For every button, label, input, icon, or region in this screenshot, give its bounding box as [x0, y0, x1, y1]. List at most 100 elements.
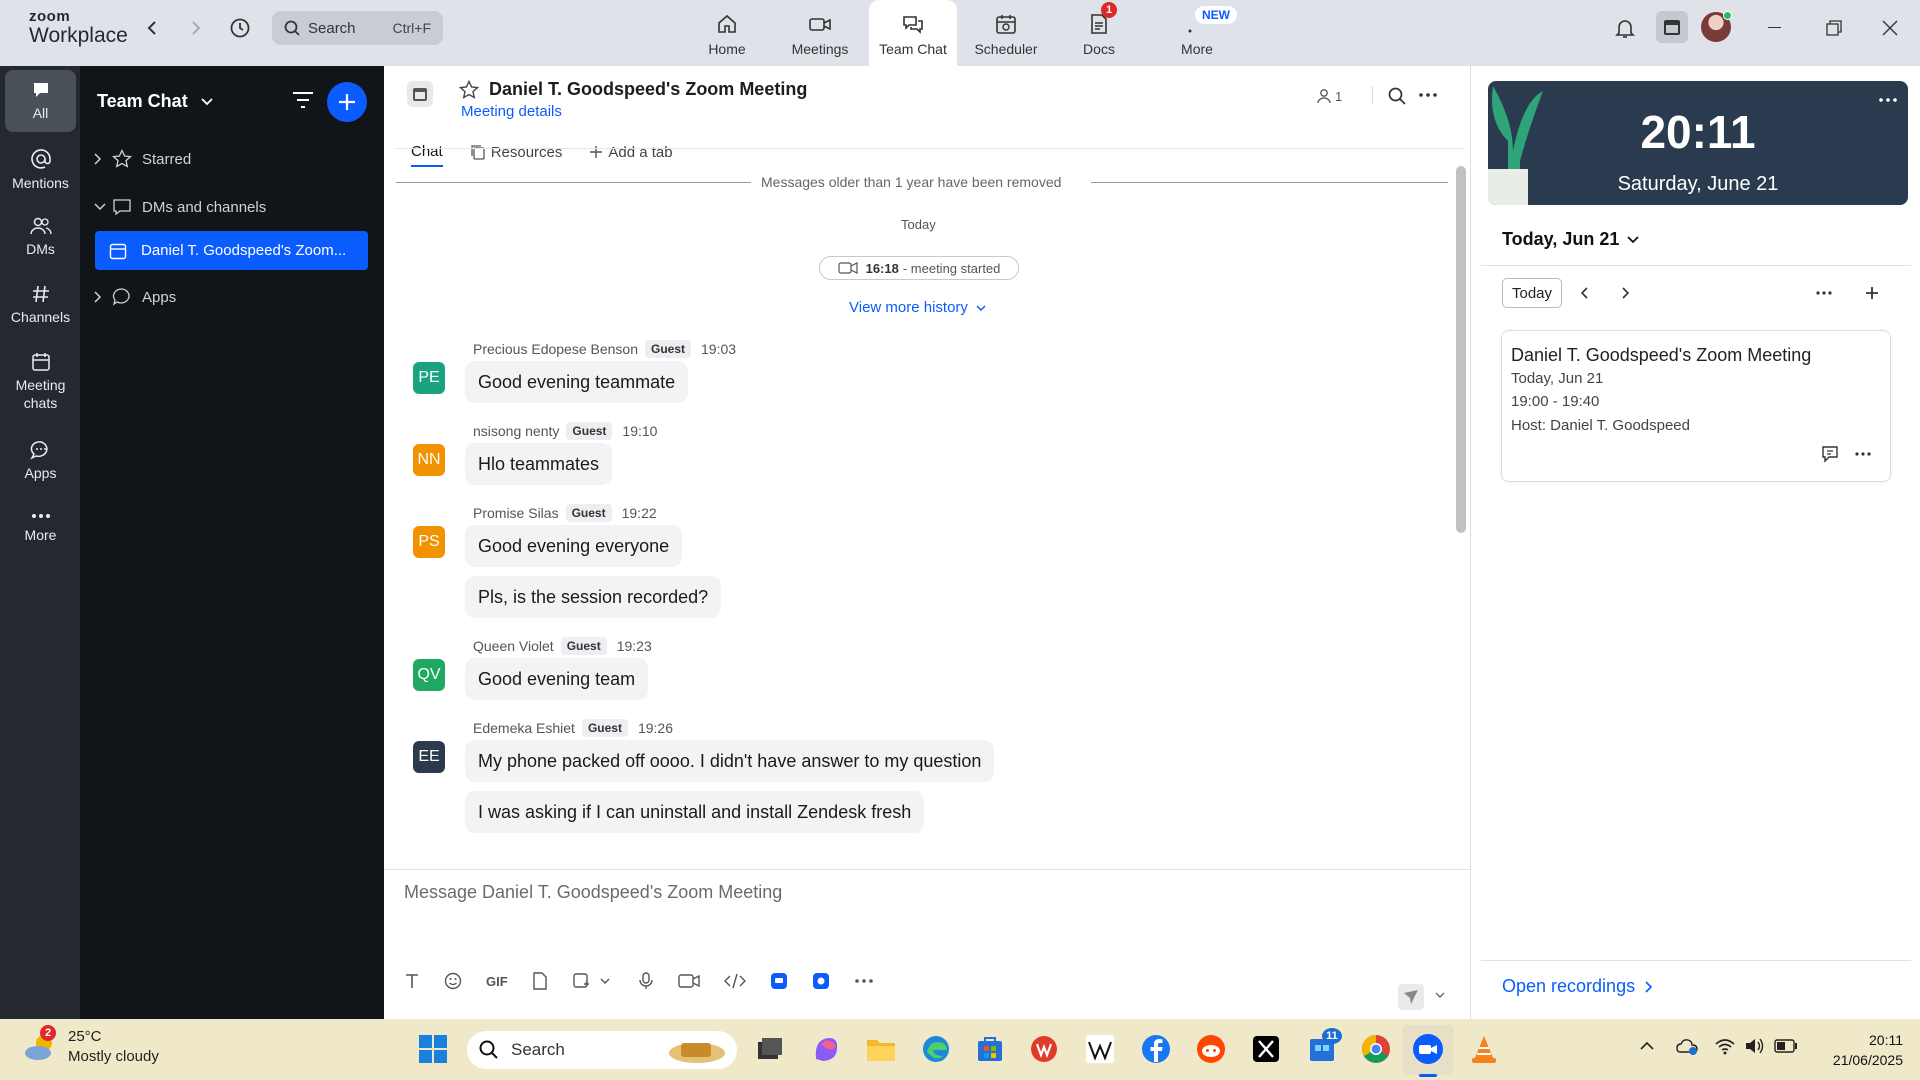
- taskbar-search[interactable]: Search: [467, 1031, 737, 1069]
- history-icon[interactable]: [226, 16, 254, 40]
- sender-name[interactable]: Promise Silas: [473, 505, 559, 521]
- edge-browser-icon[interactable]: [918, 1031, 954, 1067]
- back-arrow-icon[interactable]: [138, 16, 166, 40]
- wps-office-icon[interactable]: [1026, 1031, 1062, 1067]
- members-button[interactable]: 1: [1316, 88, 1342, 104]
- avatar[interactable]: PS: [413, 526, 445, 558]
- rail-all[interactable]: All: [5, 70, 76, 132]
- chrome-icon[interactable]: [1358, 1031, 1394, 1067]
- more-options-icon[interactable]: [1854, 451, 1872, 457]
- restore-icon[interactable]: [1826, 20, 1842, 36]
- tab-scheduler[interactable]: Scheduler: [962, 0, 1050, 66]
- message-bubble[interactable]: Good evening team: [465, 658, 649, 700]
- avatar[interactable]: NN: [413, 444, 445, 476]
- vlc-icon[interactable]: [1466, 1031, 1502, 1067]
- message-bubble[interactable]: Good evening teammate: [465, 361, 689, 403]
- text-format-icon[interactable]: [404, 973, 420, 989]
- weather-widget[interactable]: 2 25°C Mostly cloudy: [22, 1025, 159, 1067]
- task-view-icon[interactable]: [752, 1031, 788, 1067]
- more-options-icon[interactable]: [854, 978, 874, 984]
- tab-resources[interactable]: Resources: [470, 137, 562, 167]
- onedrive-icon[interactable]: [1676, 1037, 1698, 1055]
- tab-home[interactable]: Home: [683, 0, 771, 66]
- rail-mentions[interactable]: Mentions: [5, 148, 76, 192]
- wifi-icon[interactable]: [1714, 1037, 1736, 1055]
- system-clock[interactable]: 20:11 21/06/2025: [1815, 1030, 1903, 1070]
- message-bubble[interactable]: Pls, is the session recorded?: [465, 576, 722, 618]
- tab-docs[interactable]: Docs: [1055, 0, 1143, 66]
- avatar[interactable]: PE: [413, 362, 445, 394]
- app-icon-blue-1[interactable]: [770, 972, 788, 990]
- message-bubble[interactable]: Hlo teammates: [465, 443, 613, 485]
- scrollbar[interactable]: [1456, 166, 1466, 533]
- message-bubble[interactable]: Good evening everyone: [465, 525, 683, 567]
- next-day-icon[interactable]: [1622, 287, 1630, 299]
- event-card[interactable]: Daniel T. Goodspeed's Zoom Meeting Today…: [1501, 330, 1891, 482]
- new-chat-button[interactable]: [327, 82, 367, 122]
- rail-apps[interactable]: Apps: [5, 440, 76, 482]
- calendar-panel-toggle-icon[interactable]: [1656, 11, 1688, 43]
- star-icon[interactable]: [459, 80, 479, 100]
- reddit-icon[interactable]: [1193, 1031, 1229, 1067]
- chevron-down-icon[interactable]: [600, 978, 610, 985]
- microphone-icon[interactable]: [638, 972, 654, 990]
- tab-add[interactable]: Add a tab: [589, 137, 673, 167]
- message-input[interactable]: Message Daniel T. Goodspeed's Zoom Meeti…: [404, 882, 782, 903]
- rail-channels[interactable]: Channels: [5, 284, 76, 326]
- send-icon[interactable]: [1398, 984, 1424, 1010]
- video-message-icon[interactable]: [677, 973, 700, 989]
- close-icon[interactable]: [1882, 20, 1898, 36]
- screenshot-icon[interactable]: [572, 972, 590, 990]
- previous-day-icon[interactable]: [1581, 287, 1589, 299]
- view-more-history-link[interactable]: View more history: [849, 299, 986, 316]
- wikipedia-icon[interactable]: [1082, 1031, 1118, 1067]
- sender-name[interactable]: Edemeka Eshiet: [473, 720, 575, 736]
- section-apps[interactable]: Apps: [94, 288, 176, 306]
- gif-button[interactable]: GIF: [486, 974, 508, 989]
- emoji-icon[interactable]: [444, 972, 462, 990]
- windows-start-icon[interactable]: [415, 1031, 451, 1067]
- tab-chat[interactable]: Chat: [411, 137, 443, 167]
- more-options-icon[interactable]: [1878, 97, 1898, 103]
- tab-meetings[interactable]: Meetings: [776, 0, 864, 66]
- tab-team-chat[interactable]: Team Chat: [869, 0, 957, 66]
- microsoft-store-icon[interactable]: [972, 1031, 1008, 1067]
- sidebar-item-meeting-chat[interactable]: Daniel T. Goodspeed's Zoom...: [95, 231, 368, 270]
- rail-dms[interactable]: DMs: [5, 216, 76, 258]
- facebook-icon[interactable]: [1138, 1031, 1174, 1067]
- section-starred[interactable]: Starred: [94, 149, 191, 169]
- event-chat-icon[interactable]: [1820, 445, 1840, 463]
- app-icon-blue-2[interactable]: [812, 972, 830, 990]
- show-hidden-icons-chevron[interactable]: [1640, 1041, 1654, 1050]
- open-recordings-link[interactable]: Open recordings: [1502, 976, 1653, 997]
- today-button[interactable]: Today: [1502, 278, 1562, 308]
- file-icon[interactable]: [532, 972, 548, 990]
- forward-arrow-icon[interactable]: [182, 16, 210, 40]
- zoom-app-icon[interactable]: [1410, 1031, 1446, 1067]
- sender-name[interactable]: nsisong nenty: [473, 423, 559, 439]
- more-options-icon[interactable]: [1815, 290, 1833, 296]
- sender-name[interactable]: Precious Edopese Benson: [473, 341, 638, 357]
- code-snippet-icon[interactable]: [723, 973, 746, 989]
- file-explorer-icon[interactable]: [863, 1031, 899, 1067]
- search-icon[interactable]: [1388, 87, 1406, 105]
- send-options-chevron-icon[interactable]: [1435, 992, 1445, 999]
- meeting-details-link[interactable]: Meeting details: [461, 103, 562, 120]
- volume-icon[interactable]: [1744, 1037, 1766, 1055]
- rail-meeting-chats[interactable]: Meeting chats: [5, 352, 76, 412]
- calendar-date-header[interactable]: Today, Jun 21: [1502, 229, 1640, 250]
- section-dms-channels[interactable]: DMs and channels: [94, 198, 266, 216]
- x-twitter-icon[interactable]: [1248, 1031, 1284, 1067]
- avatar[interactable]: EE: [413, 741, 445, 773]
- filter-icon[interactable]: [292, 91, 314, 109]
- minimize-icon[interactable]: [1768, 27, 1781, 28]
- message-bubble[interactable]: I was asking if I can uninstall and inst…: [465, 791, 925, 833]
- bell-icon[interactable]: [1614, 17, 1636, 39]
- rail-more[interactable]: More: [5, 510, 76, 544]
- copilot-icon[interactable]: [808, 1031, 844, 1067]
- search-input[interactable]: Search Ctrl+F: [272, 11, 443, 45]
- more-options-icon[interactable]: [1418, 88, 1438, 102]
- sender-name[interactable]: Queen Violet: [473, 638, 554, 654]
- avatar[interactable]: QV: [413, 659, 445, 691]
- message-bubble[interactable]: My phone packed off oooo. I didn't have …: [465, 740, 995, 782]
